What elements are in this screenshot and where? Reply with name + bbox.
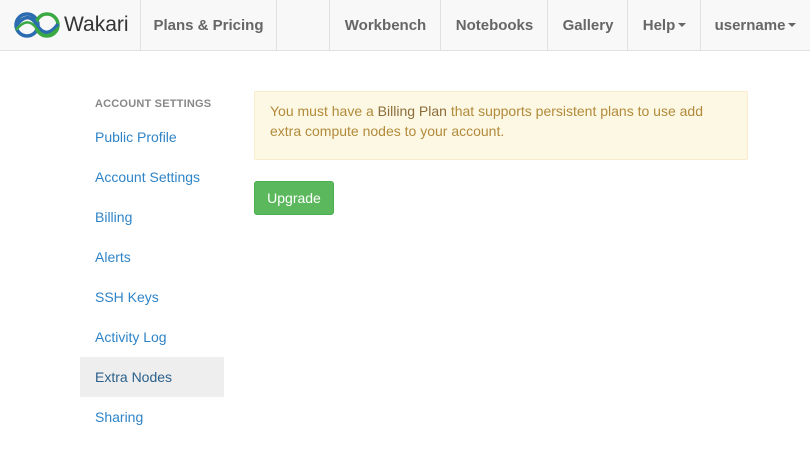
sidebar-item-account-settings[interactable]: Account Settings — [80, 157, 224, 197]
sidebar-item-sharing[interactable]: Sharing — [80, 397, 224, 437]
nav-gallery[interactable]: Gallery — [547, 0, 628, 50]
wakari-logo-icon — [14, 12, 60, 38]
alert-text-prefix: You must have a — [270, 103, 378, 119]
nav-notebooks[interactable]: Notebooks — [440, 0, 548, 50]
brand-name: Wakari — [64, 13, 129, 36]
nav-spacer — [276, 0, 330, 50]
sidebar-header: ACCOUNT SETTINGS — [95, 98, 212, 110]
brand[interactable]: Wakari — [0, 0, 140, 50]
nav-plans-pricing[interactable]: Plans & Pricing — [140, 0, 276, 50]
sidebar-item-public-profile[interactable]: Public Profile — [80, 117, 224, 157]
upgrade-button[interactable]: Upgrade — [254, 181, 334, 215]
top-navbar: Wakari Plans & Pricing Workbench Noteboo… — [0, 0, 810, 51]
chevron-down-icon — [788, 23, 797, 27]
nav-workbench[interactable]: Workbench — [329, 0, 441, 50]
sidebar-item-activity-log[interactable]: Activity Log — [80, 317, 224, 357]
sidebar-item-alerts[interactable]: Alerts — [80, 237, 224, 277]
billing-warning-alert: You must have a Billing Plan that suppor… — [254, 91, 748, 160]
nav-help-label: Help — [642, 16, 676, 34]
sidebar-item-extra-nodes[interactable]: Extra Nodes — [80, 357, 224, 397]
nav-username-label: username — [714, 16, 786, 34]
sidebar-item-ssh-keys[interactable]: SSH Keys — [80, 277, 224, 317]
nav-help-dropdown[interactable]: Help — [627, 0, 701, 50]
nav-user-dropdown[interactable]: username — [700, 0, 810, 50]
billing-plan-link[interactable]: Billing Plan — [378, 103, 447, 119]
sidebar-item-billing[interactable]: Billing — [80, 197, 224, 237]
chevron-down-icon — [678, 23, 687, 27]
